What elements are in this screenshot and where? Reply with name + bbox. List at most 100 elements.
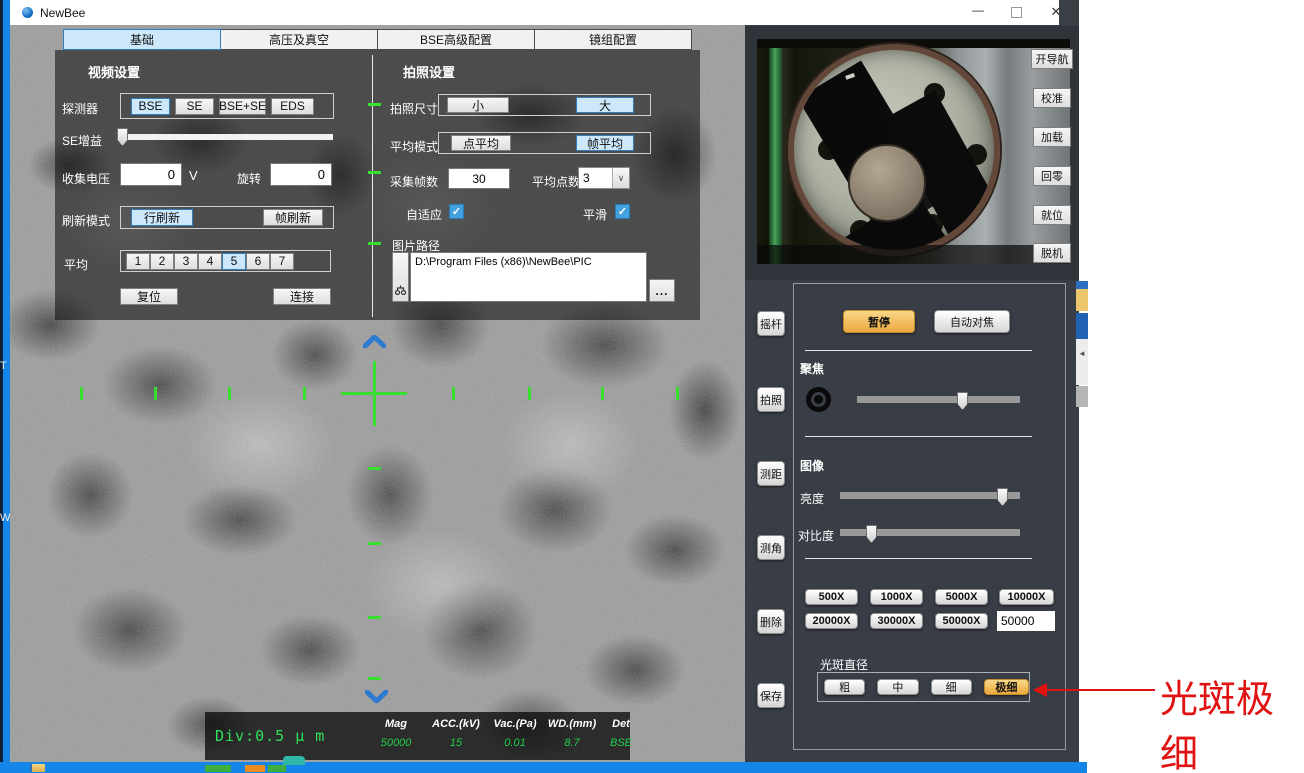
status-col-acc: ACC.(kV) 15 <box>427 718 485 749</box>
detector-se-button[interactable]: SE <box>175 98 214 115</box>
avg-frame-button[interactable]: 帧平均 <box>576 135 634 151</box>
size-small-button[interactable]: 小 <box>447 97 509 113</box>
status-value: 0.01 <box>487 737 543 749</box>
reset-button[interactable]: 复位 <box>120 288 178 305</box>
mag-500x-button[interactable]: 500X <box>805 589 858 605</box>
ruler-tick <box>368 242 381 245</box>
delete-button[interactable]: 删除 <box>757 609 785 634</box>
status-header: Vac.(Pa) <box>487 718 543 730</box>
stage-open-nav-button[interactable]: 开导航 <box>1031 49 1073 69</box>
mag-5000x-button[interactable]: 5000X <box>935 589 988 605</box>
stage-in-place-button[interactable]: 就位 <box>1033 205 1071 225</box>
minimize-button[interactable]: — <box>968 3 988 21</box>
detector-eds-button[interactable]: EDS <box>271 98 314 115</box>
ruler-tick <box>80 387 83 400</box>
spot-coarse-button[interactable]: 粗 <box>824 679 865 695</box>
tab-bse-advanced[interactable]: BSE高级配置 <box>378 29 535 50</box>
mag-30000x-button[interactable]: 30000X <box>870 613 923 629</box>
points-label: 平均点数 <box>532 173 580 190</box>
mag-50000x-button[interactable]: 50000X <box>935 613 988 629</box>
average-2-button[interactable]: 2 <box>150 253 174 270</box>
spot-fine-button[interactable]: 细 <box>931 679 972 695</box>
ruler-tick <box>368 616 381 619</box>
status-header: ACC.(kV) <box>427 718 485 730</box>
measure-angle-button[interactable]: 测角 <box>757 535 785 560</box>
taskbar-folder-icon[interactable] <box>30 764 45 772</box>
refresh-frame-button[interactable]: 帧刷新 <box>263 209 323 226</box>
taskbar-app-icon[interactable] <box>245 765 265 772</box>
scroll-up-chevron-icon[interactable] <box>363 335 386 348</box>
path-input[interactable]: D:\Program Files (x86)\NewBee\PIC <box>410 252 647 302</box>
smooth-checkbox[interactable]: ✓ <box>615 204 630 219</box>
avg-point-button[interactable]: 点平均 <box>451 135 511 151</box>
status-col-mag: Mag 50000 <box>365 718 427 749</box>
camera-panel <box>745 26 1079 280</box>
connect-button[interactable]: 连接 <box>273 288 331 305</box>
average-4-button[interactable]: 4 <box>198 253 222 270</box>
se-gain-slider-track[interactable] <box>117 134 333 140</box>
titlebar-dark-fragment <box>1059 0 1079 25</box>
save-button[interactable]: 保存 <box>757 683 785 708</box>
autofocus-button[interactable]: 自动对焦 <box>934 310 1010 333</box>
dropdown-chevron-icon[interactable]: ∨ <box>612 168 629 188</box>
tab-lens-config[interactable]: 镜组配置 <box>535 29 692 50</box>
mag-20000x-button[interactable]: 20000X <box>805 613 858 629</box>
detector-bse-button[interactable]: BSE <box>131 98 170 115</box>
focus-slider-track[interactable] <box>857 396 1020 403</box>
photo-size-label: 拍照尺寸 <box>390 100 438 117</box>
screenshot-root: T W NewBee — ✕ 基础 高压及真空 BSE高级配置 镜组配置 视频 <box>0 0 1304 773</box>
adaptive-checkbox[interactable]: ✓ <box>449 204 464 219</box>
joystick-button[interactable]: 摇杆 <box>757 311 785 336</box>
average-7-button[interactable]: 7 <box>270 253 294 270</box>
tab-basic[interactable]: 基础 <box>63 29 221 50</box>
path-tree-button[interactable] <box>392 252 409 302</box>
average-3-button[interactable]: 3 <box>174 253 198 270</box>
window-title: NewBee <box>40 6 85 20</box>
ruler-tick <box>368 542 381 545</box>
mag-value-input[interactable] <box>997 611 1055 631</box>
status-value: 15 <box>427 737 485 749</box>
stage-calibrate-button[interactable]: 校准 <box>1033 88 1071 108</box>
brightness-slider-track[interactable] <box>840 492 1020 499</box>
ruler-tick <box>368 171 381 174</box>
taskbar-app-icon[interactable] <box>205 765 231 772</box>
panel-divider <box>372 55 373 317</box>
points-combobox[interactable]: 3 ∨ <box>578 167 630 189</box>
browse-button[interactable]: ... <box>649 279 675 302</box>
average-5-button[interactable]: 5 <box>222 253 246 270</box>
frames-input[interactable] <box>448 168 510 189</box>
average-1-button[interactable]: 1 <box>126 253 150 270</box>
collect-voltage-input[interactable] <box>120 163 182 186</box>
ruler-tick <box>452 387 455 400</box>
spot-ultrafine-button[interactable]: 极细 <box>984 679 1029 695</box>
stage-offline-button[interactable]: 脱机 <box>1033 243 1071 263</box>
scroll-down-chevron-icon[interactable] <box>365 690 388 703</box>
detector-bse-se-button[interactable]: BSE+SE <box>219 98 266 115</box>
tab-hv-vacuum[interactable]: 高压及真空 <box>221 29 378 50</box>
ruler-tick <box>368 103 381 106</box>
pause-button[interactable]: 暂停 <box>843 310 915 333</box>
snapshot-button[interactable]: 拍照 <box>757 387 785 412</box>
measure-distance-button[interactable]: 测距 <box>757 461 785 486</box>
stage-zero-button[interactable]: 回零 <box>1033 166 1071 186</box>
mag-10000x-button[interactable]: 10000X <box>999 589 1054 605</box>
maximize-button[interactable] <box>1011 7 1022 18</box>
status-col-wd: WD.(mm) 8.7 <box>543 718 601 749</box>
ruler-tick <box>154 387 157 400</box>
refresh-line-button[interactable]: 行刷新 <box>131 209 193 226</box>
desktop-icon-label-fragment: T <box>0 360 7 372</box>
stage-load-button[interactable]: 加载 <box>1033 127 1071 147</box>
background-scrollbar-fragment <box>1076 386 1088 407</box>
status-header: Mag <box>365 718 427 730</box>
spot-medium-button[interactable]: 中 <box>877 679 918 695</box>
background-window-fragment <box>1076 281 1088 289</box>
status-header: WD.(mm) <box>543 718 601 730</box>
size-large-button[interactable]: 大 <box>576 97 634 113</box>
taskbar[interactable] <box>0 762 1087 773</box>
status-header: Det <box>601 718 641 730</box>
spot-diameter-group: 粗 中 细 极细 <box>817 672 1030 702</box>
average-6-button[interactable]: 6 <box>246 253 270 270</box>
taskbar-app-icon[interactable] <box>268 765 286 772</box>
rotation-input[interactable] <box>270 163 332 186</box>
mag-1000x-button[interactable]: 1000X <box>870 589 923 605</box>
